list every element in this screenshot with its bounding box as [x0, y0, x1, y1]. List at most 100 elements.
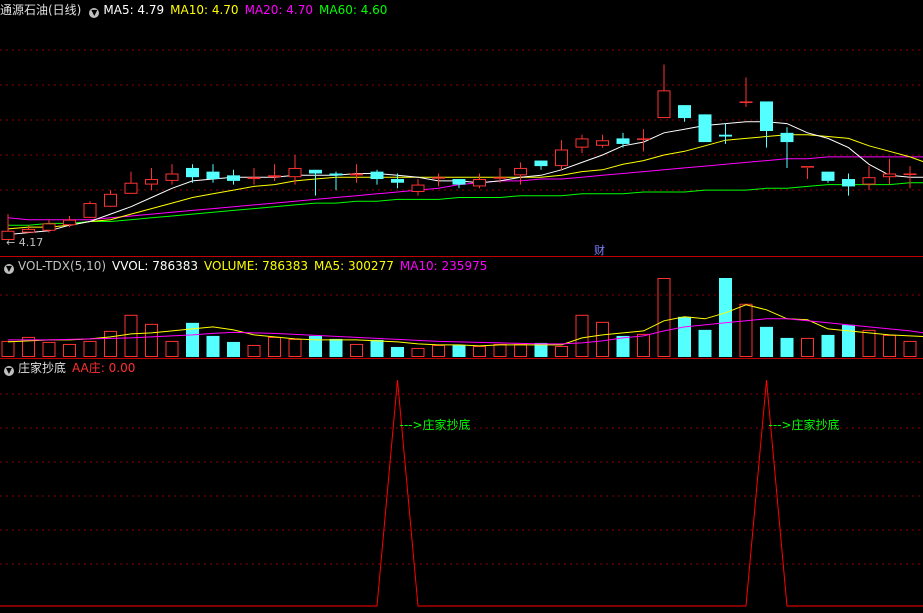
vol-ma5-label: MA5: 300277 — [313, 259, 394, 273]
ma5-label: MA5: 4.79 — [103, 3, 165, 17]
volume-bar — [329, 338, 343, 357]
volume-bar — [493, 343, 507, 358]
aa-value-label: AA庄: 0.00 — [72, 361, 136, 375]
candle — [124, 182, 138, 194]
volume-bar — [801, 337, 814, 357]
volume-bar — [637, 333, 650, 357]
volume-bar — [432, 344, 445, 357]
volume-bar — [760, 326, 773, 357]
candle — [268, 175, 281, 178]
ma10-label: MA10: 4.70 — [170, 3, 239, 17]
volume-bar — [1, 340, 15, 358]
candle — [473, 179, 486, 187]
collapse-icon[interactable]: ▼ — [4, 366, 14, 376]
volume-bar — [309, 335, 322, 357]
candle — [493, 177, 507, 179]
candle — [432, 177, 445, 179]
price-low-marker: ← 4.17 — [6, 236, 43, 249]
candle — [411, 184, 425, 192]
volume-bar — [206, 335, 220, 357]
collapse-icon[interactable]: ▼ — [89, 8, 100, 18]
candle — [821, 171, 835, 181]
indicator-panel-header: ▼ 庄家抄底 AA庄: 0.00 — [0, 359, 141, 377]
volume-bar — [821, 334, 835, 357]
volume-bar — [596, 321, 609, 358]
candle — [288, 167, 302, 178]
candle — [637, 138, 650, 140]
indicator-name: 庄家抄底 — [18, 361, 67, 375]
candle — [719, 134, 732, 137]
candle — [596, 140, 609, 146]
aa-signal-line — [0, 379, 923, 607]
candle — [760, 101, 773, 131]
volume-bar — [165, 340, 179, 358]
volume-bar — [370, 339, 384, 357]
volume-bar — [842, 324, 855, 357]
volume-bar — [883, 334, 896, 357]
volume-bar — [678, 316, 691, 357]
candle — [514, 167, 527, 176]
ma20-label: MA20: 4.70 — [244, 3, 313, 17]
volume-bar — [350, 343, 363, 358]
volume-bar — [227, 341, 240, 357]
volume-bar — [657, 278, 671, 357]
candle — [391, 179, 404, 183]
candle — [309, 169, 322, 174]
candle — [739, 101, 753, 103]
ma60-label: MA60: 4.60 — [319, 3, 388, 17]
volume-bar — [514, 343, 527, 358]
volume-bar — [698, 329, 712, 357]
stock-title: 通源石油(日线) — [0, 3, 82, 17]
candle — [657, 90, 671, 119]
volume-bar — [862, 329, 876, 358]
candle — [903, 173, 917, 175]
candle — [452, 179, 466, 185]
candle — [329, 173, 343, 176]
candle — [616, 138, 630, 144]
volume-bar — [903, 340, 917, 358]
signal-label: --->庄家抄底 — [400, 417, 471, 432]
candle — [350, 173, 363, 176]
vvol-label: VVOL: 786383 — [112, 259, 199, 273]
candle — [370, 171, 384, 180]
candle — [555, 149, 568, 167]
volume-bar — [555, 345, 568, 357]
candle — [575, 138, 589, 148]
volume-bar — [268, 336, 281, 358]
volume-bar — [83, 340, 97, 358]
candle — [842, 179, 855, 187]
candle — [780, 132, 794, 143]
collapse-icon[interactable]: ▼ — [4, 264, 14, 274]
candle — [83, 203, 97, 218]
volume-bar — [739, 303, 753, 357]
vol-ma10-label: MA10: 235975 — [399, 259, 488, 273]
candle — [165, 173, 179, 181]
candle — [883, 173, 896, 178]
candle — [227, 175, 240, 181]
candle — [862, 177, 876, 185]
candle — [206, 171, 220, 180]
volume-bar — [473, 345, 486, 357]
volume-bar — [575, 314, 589, 358]
candle — [247, 177, 261, 180]
candles-group — [1, 64, 917, 240]
volume-bar — [780, 337, 794, 357]
volume-panel-header: ▼ VOL-TDX(5,10) VVOL: 786383 VOLUME: 786383… — [0, 257, 493, 275]
ma60-line — [8, 182, 923, 226]
event-marker: 财 — [594, 243, 605, 257]
candle — [145, 179, 158, 185]
chart-canvas: ← 4.17 财 --->庄家抄底 --->庄家抄底 — [0, 49, 923, 607]
volume-bar — [124, 314, 138, 358]
volume-label: VOLUME: 786383 — [204, 259, 308, 273]
candle — [801, 166, 814, 168]
signal-label: --->庄家抄底 — [769, 417, 840, 432]
price-panel-header: 通源石油(日线) ▼ MA5: 4.79 MA10: 4.70 MA20: 4.70 MA… — [0, 1, 393, 19]
volume-bar — [145, 323, 158, 357]
candle — [42, 223, 56, 231]
candle — [678, 105, 691, 119]
volume-bar — [391, 346, 404, 357]
volume-bar — [104, 330, 117, 357]
volume-bar — [42, 341, 56, 357]
candle — [698, 114, 712, 143]
volume-bar — [288, 338, 302, 357]
